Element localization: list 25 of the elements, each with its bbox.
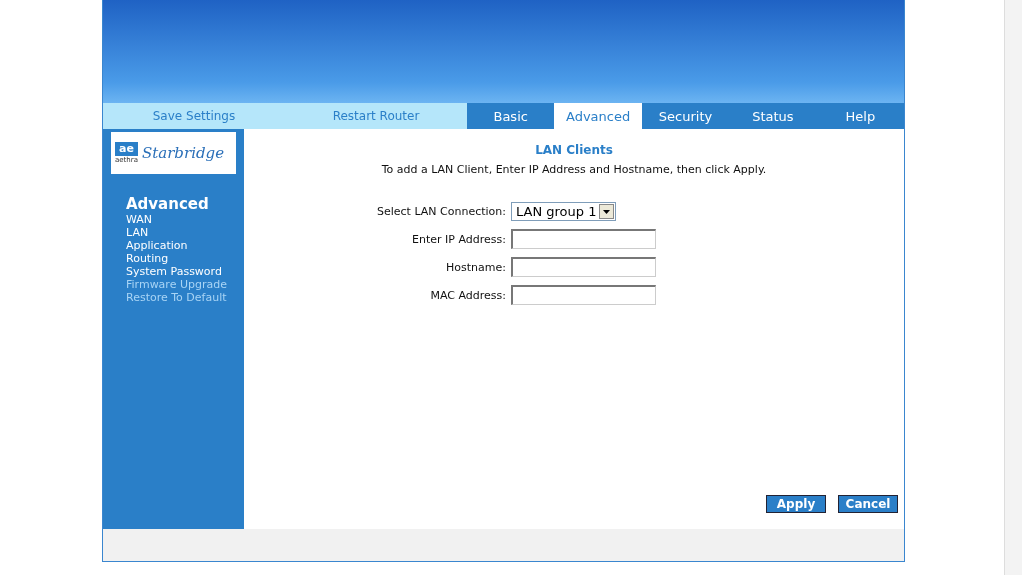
nav-link[interactable]: Restart Router [285, 103, 467, 129]
sidebar-link[interactable]: Firmware Upgrade [111, 278, 236, 291]
sidebar-link[interactable]: LAN [111, 226, 236, 239]
field-label: Hostname: [445, 260, 506, 274]
sidebar-link[interactable]: Application [111, 239, 236, 252]
page-title: LAN Clients [535, 143, 613, 157]
nav-tab[interactable]: Help [816, 103, 905, 129]
instruction-text: To add a LAN Client, Enter IP Address and Hostname, then click Apply. [381, 163, 767, 176]
nav-tab[interactable]: Security [641, 103, 730, 129]
nav-tab[interactable]: Basic [467, 103, 555, 129]
sidebar-link[interactable]: WAN [111, 213, 236, 226]
nav-tab[interactable]: Status [729, 103, 817, 129]
sidebar-link[interactable]: System Password [111, 265, 236, 278]
field-label: Enter IP Address: [411, 232, 506, 246]
logo-mark: ae [115, 142, 138, 156]
nav-link[interactable]: Save Settings [103, 103, 285, 129]
sidebar-heading: Advanced [125, 196, 210, 213]
field-label: Select LAN Connection: [377, 205, 506, 218]
logo-name: Starbridge [141, 144, 225, 162]
form-button[interactable]: Cancel [838, 495, 898, 513]
lan-connection-select[interactable]: LAN group 1 [511, 202, 617, 221]
field-label: MAC Address: [429, 288, 506, 302]
sidebar-link[interactable]: Routing [111, 252, 236, 265]
form-button[interactable]: Apply [766, 495, 826, 513]
sidebar-link[interactable]: Restore To Default [111, 291, 236, 304]
